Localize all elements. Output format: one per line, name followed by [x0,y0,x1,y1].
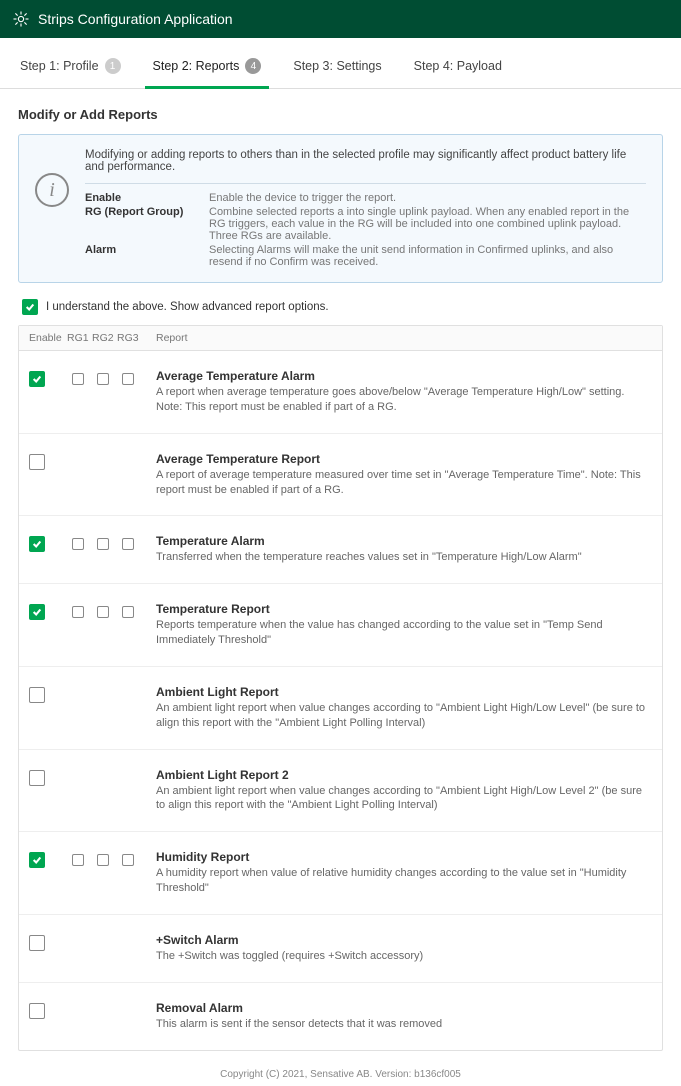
consent-row: I understand the above. Show advanced re… [22,299,659,315]
divider [85,183,646,184]
table-row: Ambient Light Report 2 An ambient light r… [19,750,662,833]
rg1-checkbox[interactable] [72,538,84,550]
rg1-checkbox[interactable] [72,606,84,618]
stepper: Step 1: Profile 1 Step 2: Reports 4 Step… [0,44,681,89]
col-enable: Enable [29,332,63,344]
info-definitions: Enable Enable the device to trigger the … [85,192,646,268]
col-rg1: RG1 [67,332,88,344]
report-desc: A humidity report when value of relative… [156,866,652,896]
report-text: +Switch Alarm The +Switch was toggled (re… [156,933,652,964]
report-text: Temperature Alarm Transferred when the te… [156,534,652,565]
table-row: Temperature Report Reports temperature wh… [19,584,662,667]
info-body: Modifying or adding reports to others th… [85,149,646,268]
rg2-checkbox[interactable] [97,854,109,866]
step-label: Step 3: Settings [293,59,381,73]
def-term: RG (Report Group) [85,206,205,242]
rg2-checkbox[interactable] [97,373,109,385]
consent-checkbox[interactable] [22,299,38,315]
enable-checkbox[interactable] [29,852,45,868]
table-row: Removal Alarm This alarm is sent if the s… [19,983,662,1050]
rg1-checkbox[interactable] [72,373,84,385]
rg3-checkbox[interactable] [122,606,134,618]
def-text: Enable the device to trigger the report. [209,192,646,204]
step-payload[interactable]: Step 4: Payload [398,44,518,88]
report-desc: An ambient light report when value chang… [156,784,652,814]
report-desc: A report when average temperature goes a… [156,385,652,415]
report-desc: This alarm is sent if the sensor detects… [156,1017,652,1032]
report-text: Average Temperature Alarm A report when a… [156,369,652,415]
app-header: Strips Configuration Application [0,0,681,38]
info-icon: i [35,173,69,207]
report-title: Average Temperature Alarm [156,369,652,383]
col-report: Report [156,332,188,344]
app-title: Strips Configuration Application [38,11,233,27]
report-text: Temperature Report Reports temperature wh… [156,602,652,648]
rg3-checkbox[interactable] [122,373,134,385]
info-lead: Modifying or adding reports to others th… [85,149,646,173]
enable-checkbox[interactable] [29,371,45,387]
col-rg2: RG2 [92,332,113,344]
def-term: Enable [85,192,205,204]
report-text: Ambient Light Report 2 An ambient light r… [156,768,652,814]
report-title: Removal Alarm [156,1001,652,1015]
report-title: Temperature Report [156,602,652,616]
table-header: Enable RG1 RG2 RG3 Report [19,326,662,351]
consent-label: I understand the above. Show advanced re… [46,301,329,313]
table-row: Temperature Alarm Transferred when the te… [19,516,662,584]
report-title: Temperature Alarm [156,534,652,548]
enable-checkbox[interactable] [29,1003,45,1019]
section-title: Modify or Add Reports [18,107,663,122]
report-text: Humidity Report A humidity report when va… [156,850,652,896]
step-label: Step 1: Profile [20,59,99,73]
report-desc: An ambient light report when value chang… [156,701,652,731]
step-badge: 1 [105,58,121,74]
step-label: Step 2: Reports [153,59,240,73]
step-label: Step 4: Payload [414,59,502,73]
report-title: Ambient Light Report [156,685,652,699]
table-row: Humidity Report A humidity report when va… [19,832,662,915]
step-settings[interactable]: Step 3: Settings [277,44,397,88]
report-text: Average Temperature Report A report of av… [156,452,652,498]
table-row: Ambient Light Report An ambient light rep… [19,667,662,750]
table-row: Average Temperature Report A report of av… [19,434,662,517]
report-desc: Reports temperature when the value has c… [156,618,652,648]
step-badge: 4 [245,58,261,74]
enable-checkbox[interactable] [29,604,45,620]
logo-icon [12,10,30,28]
enable-checkbox[interactable] [29,454,45,470]
rg2-checkbox[interactable] [97,606,109,618]
def-term: Alarm [85,244,205,268]
report-title: Ambient Light Report 2 [156,768,652,782]
rg1-checkbox[interactable] [72,854,84,866]
report-title: Average Temperature Report [156,452,652,466]
def-text: Combine selected reports a into single u… [209,206,646,242]
report-desc: A report of average temperature measured… [156,468,652,498]
report-title: +Switch Alarm [156,933,652,947]
info-box: i Modifying or adding reports to others … [18,134,663,283]
content-area: Modify or Add Reports i Modifying or add… [0,89,681,1059]
col-rg3: RG3 [117,332,138,344]
report-title: Humidity Report [156,850,652,864]
table-row: Average Temperature Alarm A report when a… [19,351,662,434]
table-row: +Switch Alarm The +Switch was toggled (re… [19,915,662,983]
report-text: Ambient Light Report An ambient light rep… [156,685,652,731]
rg2-checkbox[interactable] [97,538,109,550]
enable-checkbox[interactable] [29,687,45,703]
enable-checkbox[interactable] [29,536,45,552]
enable-checkbox[interactable] [29,935,45,951]
step-reports[interactable]: Step 2: Reports 4 [137,44,278,88]
def-text: Selecting Alarms will make the unit send… [209,244,646,268]
report-text: Removal Alarm This alarm is sent if the s… [156,1001,652,1032]
enable-checkbox[interactable] [29,770,45,786]
rg3-checkbox[interactable] [122,538,134,550]
footer: Copyright (C) 2021, Sensative AB. Versio… [0,1059,681,1086]
report-desc: Transferred when the temperature reaches… [156,550,652,565]
rg3-checkbox[interactable] [122,854,134,866]
reports-table: Enable RG1 RG2 RG3 Report Average Temper… [18,325,663,1051]
step-profile[interactable]: Step 1: Profile 1 [4,44,137,88]
report-desc: The +Switch was toggled (requires +Switc… [156,949,652,964]
